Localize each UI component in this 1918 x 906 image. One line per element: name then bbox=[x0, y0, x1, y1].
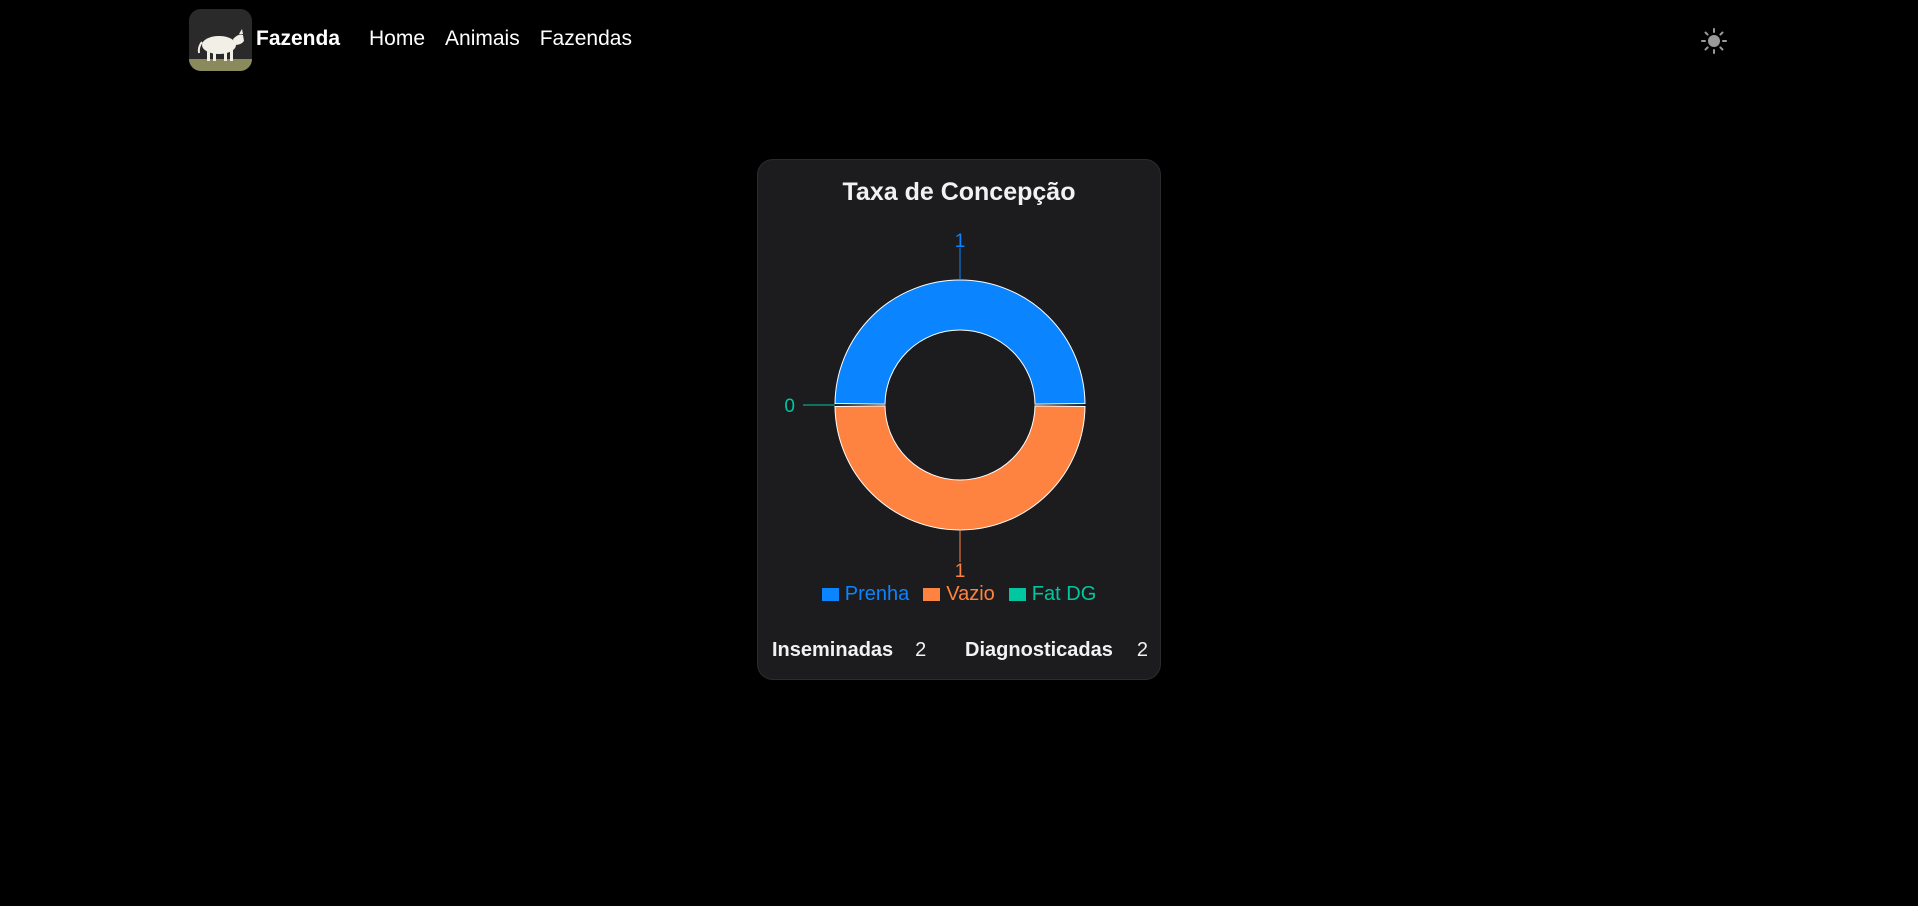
card-title: Taxa de Concepção bbox=[842, 178, 1076, 206]
sun-icon[interactable] bbox=[1700, 27, 1728, 55]
stat-diagnosticadas: Diagnosticadas 2 bbox=[965, 639, 1148, 662]
legend-label-fat-dg: Fat DG bbox=[1031, 583, 1097, 605]
nav-fazendas-link[interactable]: Fazendas bbox=[540, 27, 632, 51]
inseminadas-value: 2 bbox=[915, 639, 927, 661]
legend-swatch-prenha bbox=[821, 588, 839, 601]
legend-item-vazio[interactable]: Vazio bbox=[923, 583, 995, 606]
data-label-fat-dg: 0 bbox=[784, 396, 795, 417]
nav-links: Home Animais Fazendas bbox=[369, 27, 632, 51]
inseminadas-label: Inseminadas bbox=[772, 639, 894, 661]
legend-swatch-vazio bbox=[923, 588, 941, 601]
nav-home-link[interactable]: Home bbox=[369, 27, 425, 51]
legend-label-prenha: Prenha bbox=[844, 583, 910, 605]
legend-swatch-fat-dg bbox=[1008, 588, 1026, 601]
data-label-vazio: 1 bbox=[955, 561, 966, 580]
nav-animais-link[interactable]: Animais bbox=[445, 27, 520, 51]
legend-item-prenha[interactable]: Prenha bbox=[821, 583, 910, 606]
legend-label-vazio: Vazio bbox=[946, 583, 995, 605]
chart-legend: Prenha Vazio Fat DG bbox=[758, 583, 1160, 606]
navbar: Fazenda Home Animais Fazendas bbox=[0, 0, 1918, 80]
data-label-prenha: 1 bbox=[955, 231, 966, 252]
donut-slice-vazio[interactable] bbox=[834, 405, 1086, 531]
stats-row: Inseminadas 2 Diagnosticadas 2 bbox=[772, 639, 1148, 662]
diagnosticadas-label: Diagnosticadas bbox=[965, 639, 1113, 661]
donut-chart: 1 1 0 bbox=[784, 231, 1086, 580]
conception-rate-card: Taxa de Concepção 1 1 0 Prenha Vazio Fat D… bbox=[757, 159, 1161, 680]
stat-inseminadas: Inseminadas 2 bbox=[772, 639, 926, 662]
legend-item-fat-dg[interactable]: Fat DG bbox=[1008, 583, 1097, 606]
cow-logo-icon[interactable] bbox=[189, 9, 252, 71]
donut-slice-prenha[interactable] bbox=[834, 279, 1086, 405]
diagnosticadas-value: 2 bbox=[1136, 639, 1148, 661]
brand-name[interactable]: Fazenda bbox=[256, 27, 340, 51]
